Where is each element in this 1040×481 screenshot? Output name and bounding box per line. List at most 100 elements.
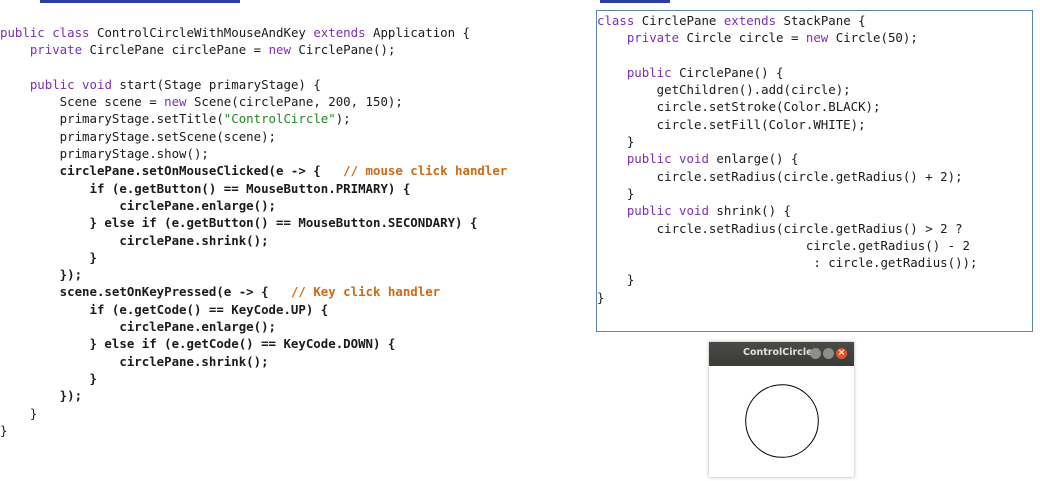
- code-token: extends: [313, 25, 374, 40]
- code-line: if (e.getButton() == MouseButton.PRIMARY…: [0, 180, 507, 197]
- code-token: }: [0, 249, 97, 265]
- code-line: class CirclePane extends StackPane {: [597, 12, 977, 29]
- code-token: circle.setRadius(circle.getRadius() + 2)…: [597, 168, 963, 184]
- window-titlebar[interactable]: ControlCircle ×: [709, 342, 854, 366]
- code-token: });: [0, 267, 83, 283]
- code-token: });: [0, 388, 83, 404]
- code-token: circlePane.setOnMouseClicked(e -> {: [0, 163, 344, 179]
- code-token: Circle(50);: [835, 30, 918, 46]
- code-token: Scene scene =: [0, 94, 165, 110]
- code-token: }: [597, 289, 605, 305]
- code-line: if (e.getCode() == KeyCode.UP) {: [0, 301, 507, 318]
- code-line: public void enlarge() {: [597, 150, 977, 167]
- code-token: class: [597, 13, 642, 28]
- circle-pane[interactable]: [709, 366, 854, 477]
- code-token: circlePane.enlarge();: [0, 319, 277, 335]
- code-token: } else if (e.getCode() == KeyCode.DOWN) …: [0, 336, 396, 352]
- code-token: }: [597, 185, 635, 201]
- app-window: ControlCircle ×: [709, 342, 854, 477]
- code-token: public: [626, 64, 680, 80]
- code-token: new: [164, 94, 194, 110]
- code-token: circlePane.enlarge();: [0, 197, 277, 213]
- code-line: }: [0, 422, 507, 439]
- header-bar-left: [40, 0, 240, 3]
- header-bar-fragment: [0, 0, 1040, 6]
- code-line: private CirclePane circlePane = new Circ…: [0, 41, 507, 58]
- code-token: start(Stage primaryStage) {: [119, 76, 321, 92]
- code-token: getChildren().add(circle);: [597, 82, 851, 98]
- code-line: }: [0, 370, 507, 387]
- code-line: } else if (e.getCode() == KeyCode.DOWN) …: [0, 335, 507, 352]
- code-token: Circle circle =: [686, 30, 806, 46]
- code-line: circlePane.setOnMouseClicked(e -> { // m…: [0, 162, 508, 179]
- code-line: }: [597, 271, 977, 288]
- code-token: CirclePane();: [298, 42, 396, 58]
- code-line: } else if (e.getButton() == MouseButton.…: [0, 214, 507, 231]
- code-line: circlePane.shrink();: [0, 353, 507, 370]
- code-token: enlarge() {: [716, 151, 799, 167]
- code-token: // Key click handler: [290, 284, 441, 300]
- code-token: CirclePane circlePane =: [89, 42, 269, 58]
- code-token: primaryStage.setTitle(: [0, 111, 224, 127]
- code-box-circlepane: class CirclePane extends StackPane { pri…: [596, 10, 1033, 332]
- code-token: circle.setStroke(Color.BLACK);: [597, 99, 881, 115]
- close-button[interactable]: ×: [836, 348, 847, 359]
- code-line: }: [597, 133, 977, 150]
- code-token: StackPane {: [783, 13, 866, 28]
- code-token: circle.getRadius() - 2: [597, 237, 970, 253]
- code-token: public void: [626, 203, 717, 219]
- code-line: circle.getRadius() - 2: [597, 237, 977, 254]
- code-line: circlePane.shrink();: [0, 232, 507, 249]
- code-line: getChildren().add(circle);: [597, 81, 977, 98]
- code-token: scene.setOnKeyPressed(e -> {: [0, 284, 291, 300]
- code-line: public void start(Stage primaryStage) {: [0, 76, 507, 93]
- minimize-button[interactable]: [810, 348, 821, 359]
- code-token: }: [0, 370, 97, 386]
- code-token: if (e.getButton() == MouseButton.PRIMARY…: [0, 180, 411, 196]
- code-line: public class ControlCircleWithMouseAndKe…: [0, 24, 507, 41]
- code-line: }: [597, 289, 977, 306]
- code-line: }: [0, 405, 507, 422]
- code-line: circle.setFill(Color.WHITE);: [597, 116, 977, 133]
- code-token: CirclePane() {: [679, 64, 784, 80]
- code-token: // mouse click handler: [343, 163, 508, 179]
- code-token: CirclePane: [641, 13, 724, 28]
- code-token: }: [0, 405, 38, 421]
- code-token: public class: [0, 25, 97, 40]
- code-token: circle.setFill(Color.WHITE);: [597, 116, 866, 132]
- code-token: new: [268, 42, 299, 58]
- code-token: shrink() {: [716, 203, 791, 219]
- code-line: circlePane.enlarge();: [0, 318, 507, 335]
- code-token: "ControlCircle": [223, 111, 336, 127]
- code-token: }: [597, 134, 635, 150]
- code-token: primaryStage.show();: [0, 146, 209, 162]
- code-line: circle.setRadius(circle.getRadius() > 2 …: [597, 220, 977, 237]
- code-line: scene.setOnKeyPressed(e -> { // Key clic…: [0, 283, 507, 300]
- code-token: ControlCircleWithMouseAndKey: [96, 25, 314, 40]
- code-listing-main: public class ControlCircleWithMouseAndKe…: [0, 24, 507, 439]
- code-line: circle.setRadius(circle.getRadius() + 2)…: [597, 168, 977, 185]
- code-listing-circlepane: class CirclePane extends StackPane { pri…: [597, 12, 977, 306]
- code-line: circlePane.enlarge();: [0, 197, 507, 214]
- maximize-button[interactable]: [823, 348, 834, 359]
- circle-shape[interactable]: [745, 384, 819, 458]
- window-title: ControlCircle: [743, 347, 813, 358]
- code-token: circle.setRadius(circle.getRadius() > 2 …: [597, 220, 963, 236]
- code-token: circlePane.shrink();: [0, 353, 269, 369]
- code-token: circlePane.shrink();: [0, 232, 269, 248]
- code-token: primaryStage.setScene(scene);: [0, 128, 277, 144]
- code-line: }: [597, 185, 977, 202]
- code-line: primaryStage.setTitle("ControlCircle");: [0, 110, 507, 127]
- code-token: Scene(circlePane, 200, 150);: [193, 94, 403, 110]
- code-token: private: [29, 42, 90, 58]
- code-token: if (e.getCode() == KeyCode.UP) {: [0, 301, 329, 317]
- code-line: primaryStage.show();: [0, 145, 507, 162]
- code-token: new: [805, 30, 836, 46]
- code-line: }: [0, 249, 507, 266]
- code-token: }: [0, 422, 8, 438]
